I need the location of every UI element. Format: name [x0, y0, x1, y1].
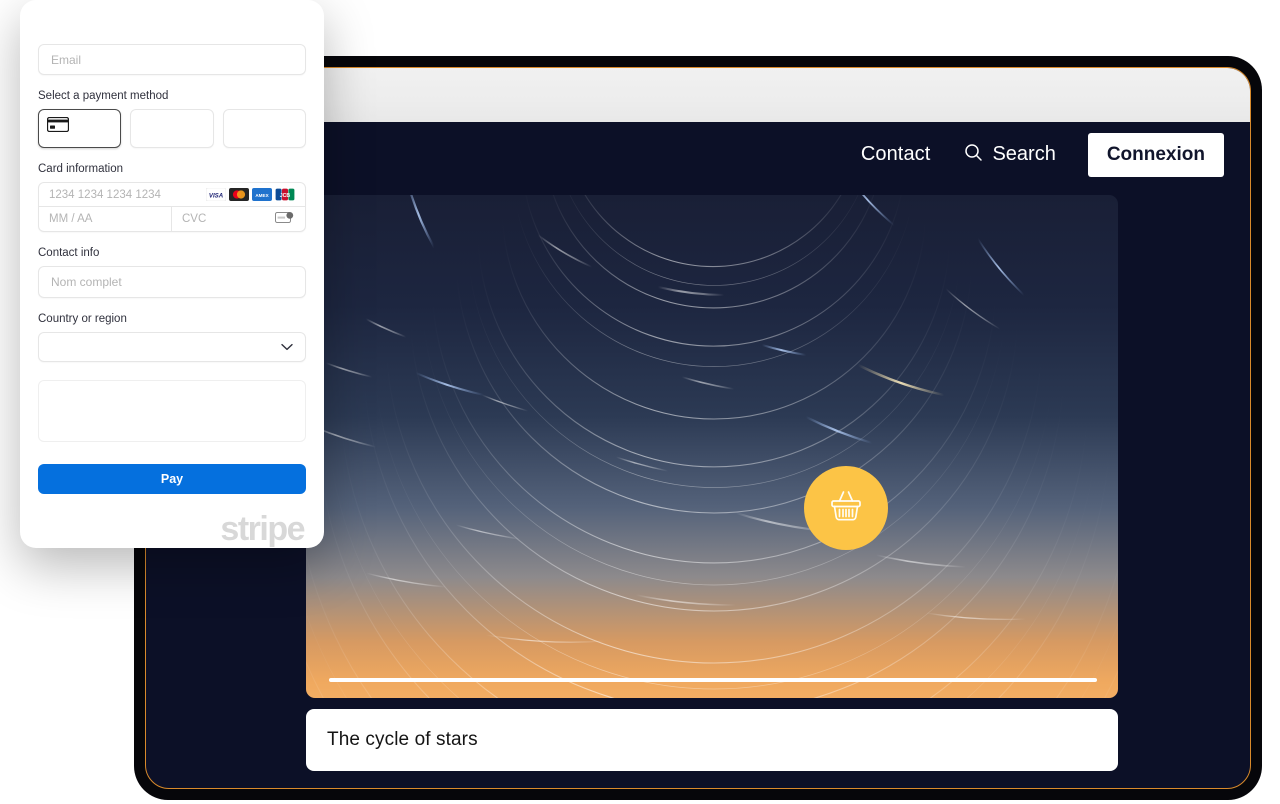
hero-image — [306, 195, 1118, 698]
full-name-input[interactable]: Nom complet — [38, 266, 306, 298]
payment-method-tab-option-3[interactable] — [222, 109, 306, 148]
card-cvc-cell[interactable]: CVC — [172, 207, 305, 231]
payment-method-tabs — [38, 109, 306, 148]
amex-icon: AMEX — [252, 188, 272, 201]
nav-link-contact[interactable]: Contact — [861, 143, 931, 166]
card-expiry-input[interactable]: MM / AA — [39, 207, 172, 231]
nav-search-label: Search — [992, 143, 1056, 165]
credit-card-icon — [46, 116, 70, 137]
jcb-icon: JCB — [275, 188, 295, 201]
pay-button[interactable]: Pay — [38, 464, 306, 494]
country-label: Country or region — [38, 313, 127, 325]
hero-divider-line — [329, 678, 1097, 682]
card-cvc-icon — [275, 211, 295, 227]
card-number-input[interactable]: 1234 1234 1234 1234 — [49, 189, 206, 201]
card-information-label: Card information — [38, 163, 124, 175]
svg-text:AMEX: AMEX — [255, 193, 269, 198]
shopping-basket-icon — [823, 483, 869, 534]
payment-method-label: Select a payment method — [38, 90, 169, 102]
card-brand-logos: VISA AMEX JCB — [206, 188, 295, 201]
card-information-group: 1234 1234 1234 1234 VISA AMEX JCB MM / A… — [38, 182, 306, 232]
article-title: The cycle of stars — [327, 729, 478, 750]
payment-method-tab-option-2[interactable] — [130, 109, 214, 148]
article-title-card[interactable]: The cycle of stars — [306, 709, 1118, 771]
stripe-wordmark: stripe — [220, 510, 305, 548]
svg-text:JCB: JCB — [280, 193, 291, 199]
star-trails-overlay — [306, 195, 1118, 698]
search-icon — [964, 143, 983, 167]
screenshot-stage: Contact Search Connexion The cycle of st… — [0, 0, 1280, 804]
stripe-checkout-panel: Email Select a payment method Card infor… — [20, 0, 324, 548]
nav-search-button[interactable]: Search — [964, 143, 1056, 167]
card-number-row[interactable]: 1234 1234 1234 1234 VISA AMEX JCB — [39, 183, 305, 207]
email-field-row: Email — [38, 44, 306, 75]
mastercard-icon — [229, 188, 249, 201]
card-expiry-cvc-row: MM / AA CVC — [39, 207, 305, 231]
shopping-basket-badge[interactable] — [804, 466, 888, 550]
login-button[interactable]: Connexion — [1087, 132, 1224, 177]
extra-details-box[interactable] — [38, 380, 306, 442]
chevron-down-icon — [281, 338, 293, 356]
contact-info-label: Contact info — [38, 247, 100, 259]
payment-method-tab-card[interactable] — [38, 109, 122, 148]
card-cvc-input[interactable]: CVC — [182, 213, 275, 225]
svg-text:VISA: VISA — [209, 192, 223, 199]
visa-icon: VISA — [206, 188, 226, 201]
email-input[interactable]: Email — [38, 44, 306, 75]
country-select[interactable] — [38, 332, 306, 362]
